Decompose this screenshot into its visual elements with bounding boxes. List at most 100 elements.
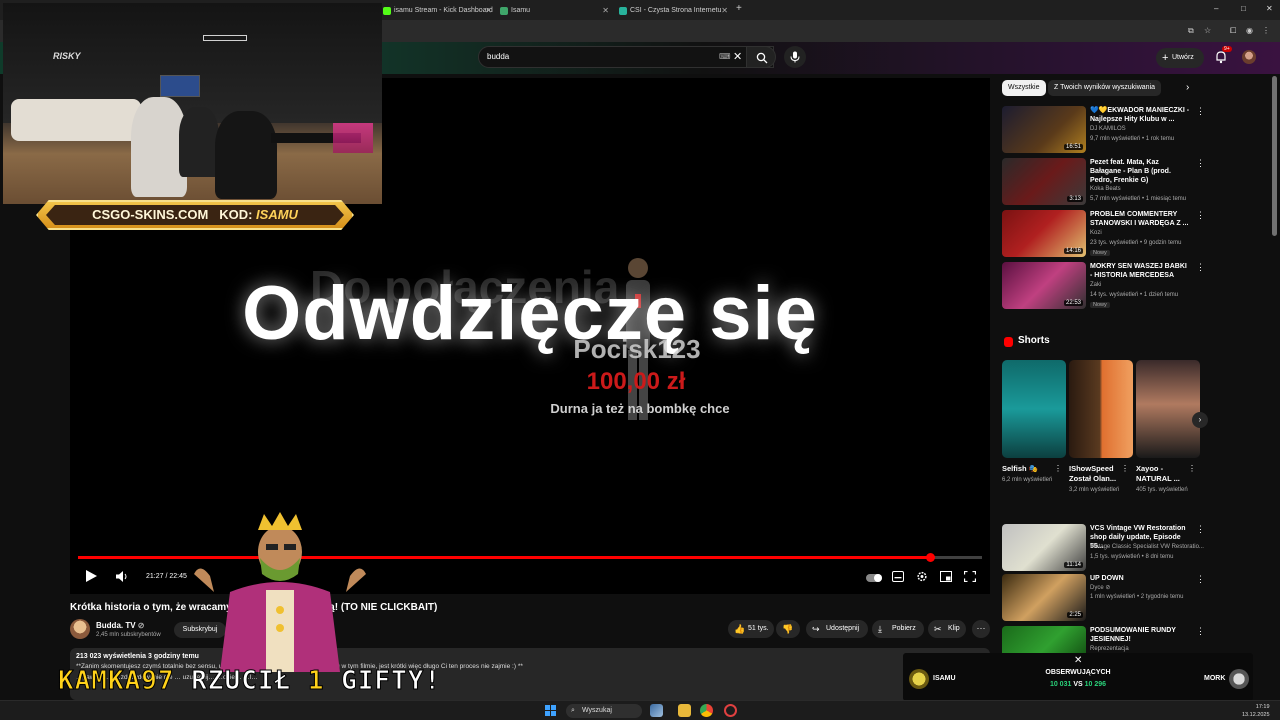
more-options-icon[interactable]: ⋮ bbox=[1121, 464, 1129, 473]
search-button[interactable] bbox=[746, 46, 776, 68]
create-button[interactable]: + Utwórz bbox=[1156, 48, 1204, 68]
download-icon: ⤓ bbox=[878, 624, 882, 634]
share-button[interactable]: ↪ Udostępnij bbox=[806, 620, 868, 638]
video-thumbnail[interactable]: 14:16 bbox=[1002, 210, 1086, 257]
progress-scrubber[interactable] bbox=[926, 553, 936, 562]
new-badge: Nowy bbox=[1090, 250, 1110, 256]
extensions-icon[interactable]: ⧠ bbox=[1230, 26, 1236, 36]
volume-icon[interactable] bbox=[116, 571, 129, 582]
keyboard-icon[interactable]: ⌨ bbox=[719, 52, 731, 61]
download-button[interactable]: ⤓ Pobierz bbox=[872, 620, 924, 638]
subtitles-icon[interactable] bbox=[892, 571, 904, 582]
more-options-icon[interactable]: ⋮ bbox=[1196, 574, 1205, 585]
browser-menu-icon[interactable]: ⋮ bbox=[1262, 26, 1270, 35]
miniplayer-icon[interactable] bbox=[940, 571, 952, 582]
recommended-video[interactable]: PODSUMOWANIE RUNDY JESIENNEJ! Reprezenta… bbox=[1002, 626, 1204, 656]
chevron-right-icon[interactable]: › bbox=[1186, 82, 1189, 93]
right-avatar bbox=[1229, 669, 1249, 689]
more-options-icon[interactable]: ⋮ bbox=[1188, 464, 1196, 473]
like-button[interactable]: 👍 51 tys. bbox=[728, 620, 774, 638]
short-thumbnail[interactable] bbox=[1136, 360, 1200, 458]
video-thumbnail[interactable]: 22:53 bbox=[1002, 262, 1086, 309]
page-scrollbar[interactable] bbox=[1272, 76, 1277, 236]
view-stats: 213 023 wyświetlenia 3 godziny temu bbox=[76, 653, 199, 660]
search-icon bbox=[756, 52, 768, 64]
profile-icon[interactable]: ◉ bbox=[1246, 26, 1253, 35]
more-options-icon[interactable]: ⋮ bbox=[1196, 210, 1205, 221]
streamer-webcam: RISKY bbox=[3, 3, 382, 204]
recommended-video[interactable]: 11:14 VCS Vintage VW Restoration shop da… bbox=[1002, 524, 1205, 572]
search-icon: ⌕ bbox=[571, 707, 575, 714]
bookmark-star-icon[interactable]: ☆ bbox=[1204, 26, 1211, 35]
video-thumbnail[interactable]: 3:13 bbox=[1002, 158, 1086, 205]
close-tab-icon[interactable]: ✕ bbox=[602, 3, 609, 19]
promo-banner: CSGO-SKINS.COM KOD: ISAMU bbox=[36, 200, 354, 230]
microphone-icon bbox=[790, 51, 800, 63]
voice-search-button[interactable] bbox=[784, 46, 806, 68]
close-window-button[interactable]: ✕ bbox=[1266, 4, 1273, 13]
short-card[interactable]: IShowSpeed Został Olan... 3,2 mln wyświe… bbox=[1069, 360, 1133, 494]
chip-from-search[interactable]: Z Twoich wyników wyszukiwania bbox=[1048, 80, 1162, 96]
dislike-button[interactable]: 👎 bbox=[776, 620, 800, 638]
channel-name[interactable]: Budda. TV ⊘ bbox=[96, 621, 145, 630]
recommended-video[interactable]: 14:16 PROBLEM COMMENTERY STANOWSKI I WAR… bbox=[1002, 210, 1205, 258]
more-actions-button[interactable]: ··· bbox=[972, 620, 990, 638]
taskbar-search[interactable]: ⌕ Wyszukaj bbox=[566, 704, 642, 718]
channel-avatar[interactable] bbox=[70, 619, 90, 639]
kick-icon bbox=[383, 7, 391, 15]
shorts-icon bbox=[1004, 337, 1013, 347]
system-clock: 17:19 13.12.2025 bbox=[1242, 704, 1270, 718]
install-app-icon[interactable]: ⧉ bbox=[1188, 26, 1194, 36]
search-input[interactable]: budda ⌨ ✕ bbox=[478, 46, 774, 68]
recommended-video[interactable]: 3:13 Pezet feat. Mata, Kaz Bałagane - Pl… bbox=[1002, 158, 1205, 206]
video-thumbnail[interactable]: 2:25 bbox=[1002, 574, 1086, 621]
donation-amount: 100,00 zł bbox=[586, 368, 686, 395]
widgets-app-icon[interactable] bbox=[650, 704, 663, 717]
settings-gear-icon[interactable] bbox=[916, 571, 928, 582]
isamu-icon bbox=[500, 7, 508, 15]
recommended-video[interactable]: 2:25 UP DOWN Dyce ⊘ 1 mln wyświetleń • 2… bbox=[1002, 574, 1205, 622]
notifications-bell-icon[interactable] bbox=[1214, 50, 1228, 64]
video-thumbnail[interactable]: 11:14 bbox=[1002, 524, 1086, 571]
video-thumbnail[interactable]: 16:51 bbox=[1002, 106, 1086, 153]
chip-all[interactable]: Wszystkie bbox=[1002, 80, 1046, 96]
short-thumbnail[interactable] bbox=[1069, 360, 1133, 458]
more-options-icon[interactable]: ⋮ bbox=[1196, 262, 1205, 273]
neon-light bbox=[203, 35, 247, 41]
tab-kick-dashboard[interactable]: isamu Stream - Kick Dashboard ✕ bbox=[380, 3, 493, 19]
windows-start-icon[interactable] bbox=[545, 705, 556, 716]
shorts-next-button[interactable]: › bbox=[1192, 412, 1208, 428]
short-card[interactable]: Selfish 🎭 6,2 mln wyświetleń ⋮ bbox=[1002, 360, 1066, 484]
maximize-button[interactable]: □ bbox=[1241, 4, 1246, 13]
more-options-icon[interactable]: ⋮ bbox=[1196, 626, 1204, 637]
more-options-icon[interactable]: ⋮ bbox=[1196, 158, 1205, 169]
short-card[interactable]: Xayoo - NATURAL ... 405 tys. wyświetleń … bbox=[1136, 360, 1200, 494]
csi-icon bbox=[619, 7, 627, 15]
clear-search-icon[interactable]: ✕ bbox=[733, 50, 742, 63]
new-tab-button[interactable]: + bbox=[736, 3, 742, 14]
clip-button[interactable]: ✂ Klip bbox=[928, 620, 966, 638]
close-icon[interactable]: ✕ bbox=[1074, 655, 1082, 666]
more-options-icon[interactable]: ⋮ bbox=[1196, 524, 1205, 535]
more-options-icon[interactable]: ⋮ bbox=[1054, 464, 1062, 473]
verified-icon: ⊘ bbox=[137, 621, 145, 630]
account-avatar[interactable] bbox=[1242, 50, 1256, 64]
close-tab-icon[interactable]: ✕ bbox=[485, 3, 492, 19]
minimize-button[interactable]: – bbox=[1214, 4, 1218, 13]
tab-csi[interactable]: CSI - Czysta Strona Internetu ✕ bbox=[616, 3, 728, 19]
recommended-video[interactable]: 22:53 MOKRY SEN WASZEJ BABKI - HISTORIA … bbox=[1002, 262, 1205, 310]
recommended-video[interactable]: 16:51 💙💛EKWADOR MANIECZKI - Najlepsze Hi… bbox=[1002, 106, 1205, 154]
tab-isamu[interactable]: Isamu ✕ bbox=[497, 3, 609, 19]
play-icon[interactable] bbox=[84, 569, 98, 583]
video-thumbnail[interactable] bbox=[1002, 626, 1086, 656]
fullscreen-icon[interactable] bbox=[964, 571, 976, 582]
short-thumbnail[interactable] bbox=[1002, 360, 1066, 458]
file-explorer-icon[interactable] bbox=[678, 704, 691, 717]
more-options-icon[interactable]: ⋮ bbox=[1196, 106, 1205, 117]
share-icon: ↪ bbox=[812, 624, 820, 634]
chrome-icon[interactable] bbox=[700, 704, 713, 717]
app-icon[interactable] bbox=[724, 704, 737, 717]
autoplay-toggle[interactable] bbox=[866, 574, 882, 582]
followers-battle-widget: ✕ ISAMU OBSERWUJĄCYCH 10 031 VS 10 296 M… bbox=[903, 653, 1253, 701]
close-tab-icon[interactable]: ✕ bbox=[721, 3, 728, 19]
